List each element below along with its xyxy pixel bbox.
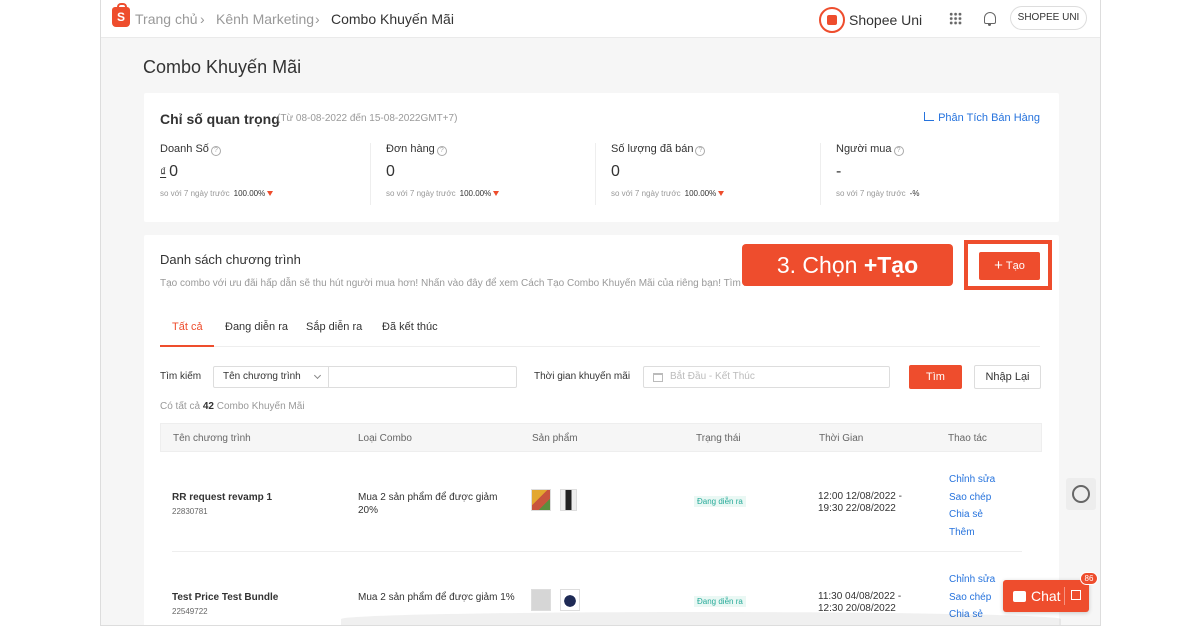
product-thumbnail[interactable] bbox=[560, 589, 580, 611]
status-badge: Đang diễn ra bbox=[694, 596, 746, 607]
metric-buyers: Người mua? - so với 7 ngày trước -% bbox=[820, 143, 1030, 205]
breadcrumb-home[interactable]: Trang chủ bbox=[135, 11, 198, 27]
program-name: RR request revamp 1 bbox=[172, 492, 273, 503]
help-question-icon[interactable]: ? bbox=[893, 146, 904, 156]
program-list-card: Danh sách chương trình Tạo combo với ưu … bbox=[144, 235, 1059, 625]
shopee-uni-icon[interactable] bbox=[819, 7, 845, 33]
arrow-down-icon bbox=[718, 191, 725, 196]
line-chart-icon bbox=[924, 112, 935, 121]
column-status: Trạng thái bbox=[696, 433, 741, 444]
sales-analysis-link[interactable]: Phân Tích Bán Hàng bbox=[924, 112, 1040, 124]
search-type-select[interactable]: Tên chương trình bbox=[213, 366, 329, 388]
search-label: Tìm kiếm bbox=[160, 371, 202, 382]
program-id: 22549722 bbox=[172, 607, 208, 616]
help-question-icon[interactable]: ? bbox=[695, 146, 706, 156]
chat-bubble-icon bbox=[1013, 591, 1026, 602]
edit-link[interactable]: Chỉnh sửa bbox=[949, 571, 995, 589]
breadcrumb-current: Combo Khuyến Mãi bbox=[331, 11, 454, 27]
metrics-date-range: (Từ 08-08-2022 đến 15-08-2022GMT+7) bbox=[277, 113, 458, 124]
user-account-button[interactable]: SHOPEE UNI bbox=[1010, 6, 1087, 30]
column-time: Thời Gian bbox=[819, 433, 864, 444]
row-actions: Chỉnh sửa Sao chép Chia sẻ Thêm bbox=[949, 471, 995, 541]
notification-bell-icon[interactable] bbox=[984, 12, 996, 26]
program-list-title: Danh sách chương trình bbox=[160, 252, 301, 267]
shopee-uni-link[interactable]: Shopee Uni bbox=[849, 12, 922, 28]
share-link[interactable]: Chia sẻ bbox=[949, 506, 995, 524]
search-input[interactable] bbox=[328, 366, 517, 388]
more-link[interactable]: Thêm bbox=[949, 524, 995, 542]
product-thumbnail[interactable] bbox=[531, 589, 551, 611]
column-actions: Thao tác bbox=[948, 433, 987, 444]
chevron-down-icon bbox=[313, 371, 322, 380]
program-list-description: Tạo combo với ưu đãi hấp dẫn sẽ thu hút … bbox=[160, 278, 788, 289]
tab-upcoming[interactable]: Sắp diễn ra bbox=[306, 321, 362, 333]
apps-grid-icon[interactable] bbox=[949, 12, 962, 25]
metric-orders: Đơn hàng? 0 so với 7 ngày trước 100.00% bbox=[370, 143, 580, 205]
metrics-title: Chỉ số quan trọng bbox=[160, 111, 280, 127]
date-range-input[interactable]: Bắt Đầu - Kết Thúc bbox=[643, 366, 890, 388]
help-question-icon[interactable]: ? bbox=[210, 146, 221, 156]
bottom-shadow bbox=[341, 612, 1061, 625]
copy-link[interactable]: Sao chép bbox=[949, 489, 995, 507]
chat-expand-icon[interactable] bbox=[1071, 590, 1081, 600]
support-headset-icon[interactable] bbox=[1066, 478, 1096, 510]
program-name: Test Price Test Bundle bbox=[172, 592, 279, 603]
breadcrumb-chevron-icon: › bbox=[315, 11, 320, 27]
tab-ended[interactable]: Đã kết thúc bbox=[382, 321, 438, 333]
app-frame: S Trang chủ › Kênh Marketing › Combo Khu… bbox=[100, 0, 1101, 626]
tab-all[interactable]: Tất cả bbox=[172, 321, 203, 333]
reset-button[interactable]: Nhập Lại bbox=[974, 365, 1041, 389]
page-title: Combo Khuyến Mãi bbox=[143, 57, 302, 77]
combo-type: Mua 2 sản phẩm để được giảm 1% bbox=[358, 592, 515, 603]
chat-button[interactable]: Chat bbox=[1003, 580, 1089, 612]
program-id: 22830781 bbox=[172, 507, 208, 516]
program-time: 12:00 12/08/2022 -19:30 22/08/2022 bbox=[818, 491, 902, 514]
arrow-down-icon bbox=[267, 191, 274, 196]
chat-unread-badge: 86 bbox=[1080, 572, 1098, 585]
status-badge: Đang diễn ra bbox=[694, 496, 746, 507]
column-type: Loại Combo bbox=[358, 433, 412, 444]
breadcrumb-chevron-icon: › bbox=[200, 11, 205, 27]
column-products: Sản phẩm bbox=[532, 433, 578, 444]
arrow-down-icon bbox=[493, 191, 500, 196]
product-thumbnail[interactable] bbox=[531, 489, 551, 511]
shopee-logo-icon[interactable]: S bbox=[112, 3, 130, 27]
tab-ongoing[interactable]: Đang diễn ra bbox=[225, 321, 288, 333]
metric-revenue: Doanh Số? ₫ 0 so với 7 ngày trước 100.00% bbox=[160, 143, 370, 205]
instruction-callout: 3. Chọn +Tạo bbox=[742, 244, 953, 286]
key-metrics-card: Chỉ số quan trọng (Từ 08-08-2022 đến 15-… bbox=[144, 93, 1059, 222]
product-thumbnail[interactable] bbox=[560, 489, 577, 511]
copy-link[interactable]: Sao chép bbox=[949, 589, 995, 607]
help-question-icon[interactable]: ? bbox=[436, 146, 447, 156]
promo-time-label: Thời gian khuyến mãi bbox=[534, 371, 631, 382]
total-count: Có tất cả 42 Combo Khuyến Mãi bbox=[160, 401, 305, 412]
metric-units-sold: Số lượng đã bán? 0 so với 7 ngày trước 10… bbox=[595, 143, 805, 205]
combo-type: Mua 2 sản phẩm để được giảm 20% bbox=[358, 492, 498, 516]
program-time: 11:30 04/08/2022 -12:30 20/08/2022 bbox=[818, 591, 902, 614]
calendar-icon bbox=[653, 373, 663, 382]
edit-link[interactable]: Chỉnh sửa bbox=[949, 471, 995, 489]
table-header: Tên chương trình Loại Combo Sản phẩm Trạ… bbox=[160, 423, 1042, 452]
active-tab-indicator bbox=[160, 345, 214, 347]
table-row: RR request revamp 1 22830781 Mua 2 sản p… bbox=[172, 453, 1022, 552]
create-button[interactable]: + Tạo bbox=[979, 252, 1040, 280]
top-navbar: S Trang chủ › Kênh Marketing › Combo Khu… bbox=[101, 0, 1100, 38]
column-name: Tên chương trình bbox=[173, 433, 251, 444]
status-tabs: Tất cả Đang diễn ra Sắp diễn ra Đã kết t… bbox=[160, 318, 1040, 347]
breadcrumb-marketing[interactable]: Kênh Marketing bbox=[216, 11, 314, 27]
plus-icon: + bbox=[994, 257, 1003, 274]
search-button[interactable]: Tìm bbox=[909, 365, 962, 389]
chat-divider bbox=[1064, 587, 1065, 605]
